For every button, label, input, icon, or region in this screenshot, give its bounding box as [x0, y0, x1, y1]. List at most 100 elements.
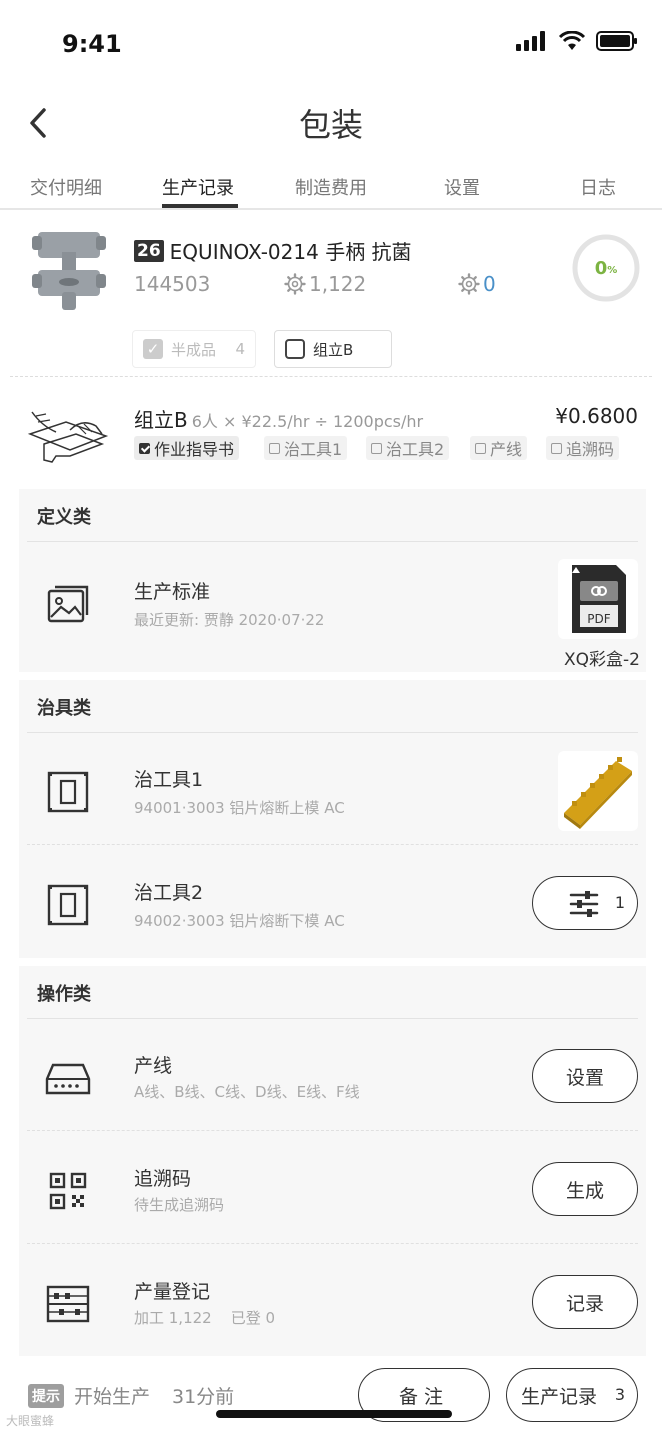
signal-icon	[516, 31, 545, 51]
tag-production-line[interactable]: 产线	[470, 436, 528, 460]
row-title: 产线	[134, 1055, 173, 1077]
tab-manufacturing-cost[interactable]: 制造费用	[295, 174, 367, 200]
section-title: 治具类	[37, 698, 91, 719]
image-icon	[47, 585, 89, 623]
row-title: 生产标准	[134, 581, 211, 603]
watermark: 大眼蜜蜂	[6, 1414, 55, 1428]
qr-code-icon	[49, 1172, 87, 1210]
product-quantity-value: 1,122	[309, 272, 367, 296]
gear-icon	[284, 273, 306, 295]
row-title: 产量登记	[134, 1281, 211, 1303]
product-name: 26 EQUINOX-0214 手柄 抗菌	[134, 236, 412, 265]
tag-work-instruction[interactable]: 作业指导书	[134, 436, 240, 460]
tag-trace-code[interactable]: 追溯码	[546, 436, 620, 460]
product-quantity-second-value: 0	[483, 272, 496, 296]
product-name-text: EQUINOX-0214 手柄 抗菌	[169, 240, 412, 264]
tab-production-record[interactable]: 生产记录	[162, 174, 234, 200]
home-indicator[interactable]	[216, 1410, 452, 1418]
product-badge: 26	[134, 239, 164, 262]
production-record-count: 3	[614, 1385, 625, 1404]
row-title: 治工具2	[134, 882, 204, 904]
tag-fixture-2[interactable]: 治工具2	[366, 436, 450, 460]
chip-semi-finished: ✓ 半成品 4	[132, 330, 256, 368]
hint-text: 开始生产	[74, 1386, 151, 1408]
divider	[27, 1243, 638, 1244]
record-output-button[interactable]: 记录	[532, 1275, 638, 1329]
progress-text: 0%	[572, 234, 640, 302]
production-record-button[interactable]: 生产记录 3	[506, 1368, 638, 1422]
product-code: 144503	[134, 272, 211, 296]
checkbox-icon	[285, 339, 305, 359]
divider	[27, 1130, 638, 1131]
assembly-detail: 6人 × ¥22.5/hr ÷ 1200pcs/hr	[191, 412, 424, 431]
checkbox-icon	[371, 442, 382, 454]
tab-settings[interactable]: 设置	[444, 174, 480, 200]
assembly-row: 组立B 6人 × ¥22.5/hr ÷ 1200pcs/hr ¥0.6800 作业…	[0, 392, 662, 472]
checkbox-icon	[475, 442, 486, 454]
tab-log[interactable]: 日志	[580, 174, 616, 200]
tag-fixture-1[interactable]: 治工具1	[264, 436, 348, 460]
production-line-settings-button[interactable]: 设置	[532, 1049, 638, 1103]
row-subtitle: 94002·3003 铝片熔断下模 AC	[134, 912, 345, 930]
tag-label: 治工具2	[386, 440, 445, 459]
gear-icon	[458, 273, 480, 295]
product-card: 26 EQUINOX-0214 手柄 抗菌 144503 1,122 0 0 %…	[0, 222, 662, 378]
chip-assembly-b[interactable]: 组立B	[274, 330, 392, 368]
row-subtitle: 加工 1,122 已登 0	[134, 1309, 276, 1327]
assembly-illustration	[27, 411, 109, 463]
wifi-icon	[558, 31, 586, 50]
page-title: 包装	[298, 106, 363, 144]
checkbox-checked-icon	[139, 442, 150, 454]
checkbox-icon	[551, 442, 562, 454]
divider	[27, 541, 638, 542]
tag-label: 治工具1	[284, 440, 343, 459]
row-subtitle: 最近更新: 贾静 2020·07·22	[134, 611, 325, 629]
production-standard-row[interactable]: 生产标准 最近更新: 贾静 2020·07·22 PDF XQ彩盒-2	[19, 549, 646, 670]
fixture-row-1[interactable]: 治工具1 94001·3003 铝片熔断上模 AC	[19, 733, 646, 845]
fixture-row-2[interactable]: 治工具2 94002·3003 铝片熔断下模 AC 1	[19, 846, 646, 958]
row-subtitle: 待生成追溯码	[134, 1196, 225, 1214]
hint-badge: 提示	[28, 1384, 64, 1408]
row-title: 治工具1	[134, 769, 204, 791]
status-time: 9:41	[62, 30, 122, 58]
checkbox-checked-icon: ✓	[143, 339, 163, 359]
tag-label: 产线	[490, 440, 523, 459]
divider	[27, 844, 638, 845]
bottom-bar: 提示 开始生产 31分前 备注 生产记录 3	[0, 1366, 662, 1434]
battery-icon	[596, 31, 637, 51]
pdf-file-icon: PDF	[572, 565, 626, 633]
assembly-title: 组立B 6人 × ¥22.5/hr ÷ 1200pcs/hr	[134, 404, 423, 433]
generate-trace-code-button[interactable]: 生成	[532, 1162, 638, 1216]
filter-button[interactable]: 1	[532, 876, 638, 930]
tag-label: 追溯码	[566, 440, 615, 459]
pdf-attachment[interactable]: PDF	[558, 559, 638, 639]
section-title: 操作类	[37, 984, 91, 1005]
fixture-icon	[47, 771, 89, 813]
active-tab-indicator	[162, 204, 238, 208]
fixture-icon	[47, 884, 89, 926]
status-bar: 9:41	[0, 0, 662, 90]
tab-delivery-detail[interactable]: 交付明细	[30, 174, 102, 200]
divider	[10, 376, 652, 377]
product-quantity-second: 0	[458, 272, 496, 296]
row-title: 追溯码	[134, 1168, 192, 1190]
row-subtitle: 94001·3003 铝片熔断上模 AC	[134, 799, 345, 817]
operations-section: 操作类 产线 A线、B线、C线、D线、E线、F线 设置 追溯码 待生成追溯码 生…	[19, 966, 646, 1356]
output-registration-row: 产量登记 加工 1,122 已登 0 记录	[19, 1245, 646, 1357]
attachment-label: XQ彩盒-2	[564, 650, 640, 670]
tag-label: 作业指导书	[154, 440, 235, 459]
tab-bar: 交付明细 生产记录 制造费用 设置 日志	[0, 164, 662, 210]
abacus-icon	[46, 1285, 90, 1323]
pdf-label: PDF	[587, 612, 610, 626]
production-line-icon	[45, 1063, 91, 1095]
fixtures-section: 治具类 治工具1 94001·3003 铝片熔断上模 AC 治工具2 94002…	[19, 680, 646, 958]
product-image[interactable]	[30, 226, 108, 314]
fixture-thumbnail[interactable]	[558, 751, 638, 831]
row-subtitle: A线、B线、C线、D线、E线、F线	[134, 1083, 360, 1101]
chip-label: 半成品	[171, 340, 217, 359]
section-title: 定义类	[37, 507, 91, 528]
chip-count: 4	[235, 340, 245, 358]
status-icons	[516, 30, 638, 52]
navigation-bar: 包装	[0, 90, 662, 156]
chip-label: 组立B	[313, 340, 354, 359]
